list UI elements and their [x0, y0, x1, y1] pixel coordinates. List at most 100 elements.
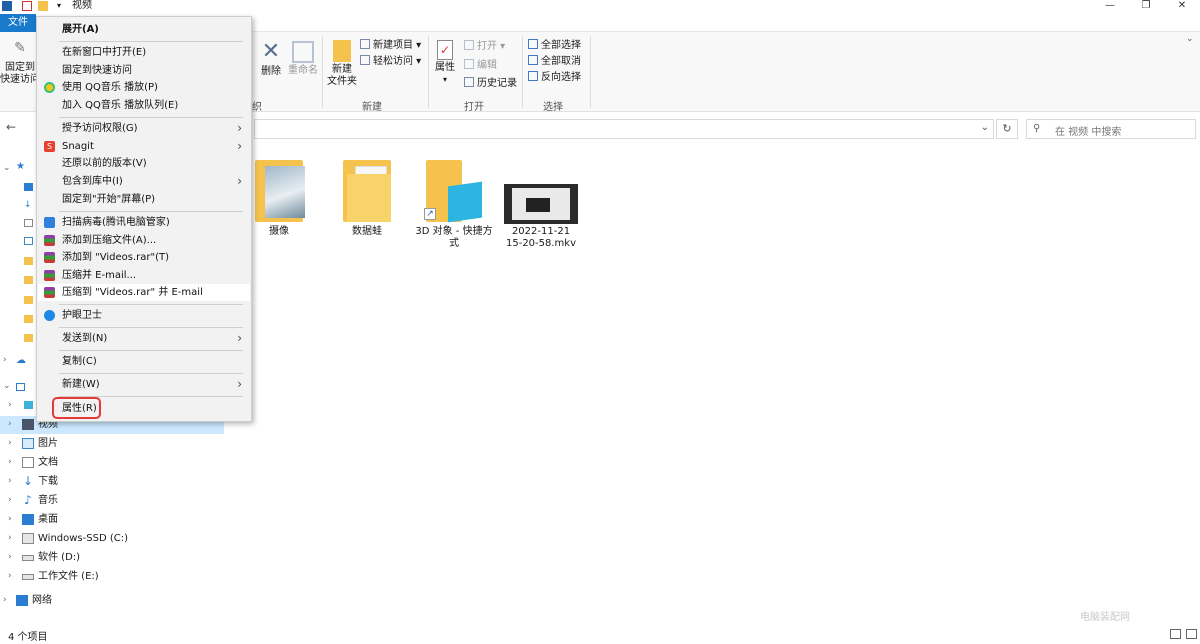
- sidebar-item-drive-c[interactable]: › Windows-SSD (C:): [0, 530, 224, 548]
- new-folder-button[interactable]: 新建 文件夹: [326, 40, 358, 88]
- back-arrow-icon[interactable]: ←: [6, 120, 16, 134]
- file-name-line1: 2022-11-21: [511, 226, 571, 237]
- chevron-right-icon[interactable]: ›: [8, 552, 12, 562]
- menu-separator: [59, 41, 243, 42]
- details-view-icon[interactable]: [1170, 629, 1181, 639]
- select-all-label: 全部选择: [541, 40, 581, 51]
- chevron-down-icon[interactable]: ▾: [54, 1, 64, 11]
- search-placeholder: 在 视频 中搜索: [1055, 127, 1122, 138]
- select-all-button[interactable]: 全部选择: [528, 39, 581, 52]
- sidebar-item-downloads[interactable]: › ↓ 下载: [0, 473, 224, 491]
- music-icon: ♪: [24, 493, 32, 507]
- chevron-down-icon[interactable]: ⌄: [3, 163, 11, 173]
- menu-item-restore-versions[interactable]: 还原以前的版本(V): [38, 155, 250, 172]
- sidebar-item-drive-e[interactable]: › 工作文件 (E:): [0, 568, 224, 586]
- menu-separator: [59, 327, 243, 328]
- chevron-right-icon[interactable]: ›: [8, 419, 12, 429]
- large-icons-view-icon[interactable]: [1186, 629, 1197, 639]
- edit-button[interactable]: 编辑: [464, 59, 497, 72]
- video-library-icon: [22, 419, 34, 430]
- file-item-video[interactable]: 2022-11-21 15-20-58.mkv: [500, 158, 582, 250]
- file-item-shortcut[interactable]: ↗ 3D 对象 - 快捷方 式: [413, 158, 495, 250]
- menu-item-add-videos-rar[interactable]: 添加到 "Videos.rar"(T): [38, 249, 250, 266]
- menu-item-qq-music-play[interactable]: 使用 QQ音乐 播放(P): [38, 79, 250, 96]
- minimize-button[interactable]: —: [1090, 0, 1130, 12]
- file-item-folder[interactable]: 数据蛙: [326, 158, 408, 238]
- pin-to-quick-access-button[interactable]: ✎ 固定到 快速访问: [0, 41, 40, 86]
- invert-selection-button[interactable]: 反向选择: [528, 71, 581, 84]
- chevron-right-icon[interactable]: ›: [8, 571, 12, 581]
- delete-button[interactable]: ✕ 删除: [258, 40, 284, 78]
- properties-icon: ✓: [437, 40, 453, 60]
- new-item-button[interactable]: 新建项目 ▾: [360, 39, 421, 52]
- menu-item-give-access[interactable]: 授予访问权限(G) ›: [38, 120, 250, 137]
- chevron-right-icon[interactable]: ›: [8, 514, 12, 524]
- chevron-right-icon[interactable]: ›: [8, 438, 12, 448]
- menu-item-add-archive[interactable]: 添加到压缩文件(A)...: [38, 232, 250, 249]
- menu-item-expand[interactable]: 展开(A): [38, 21, 250, 38]
- chevron-right-icon: ›: [237, 121, 242, 135]
- select-none-button[interactable]: 全部取消: [528, 55, 581, 68]
- menu-item-compress-email[interactable]: 压缩并 E-mail...: [38, 267, 250, 284]
- menu-item-label: 新建(W): [62, 379, 100, 390]
- pictures-icon: [22, 438, 34, 449]
- search-box[interactable]: ⚲ 在 视频 中搜索: [1026, 119, 1196, 139]
- menu-item-label: 压缩到 "Videos.rar" 并 E-mail: [62, 287, 203, 298]
- menu-item-scan-virus[interactable]: 扫描病毒(腾讯电脑管家): [38, 214, 250, 231]
- sidebar-item-drive-d[interactable]: › 软件 (D:): [0, 549, 224, 567]
- easy-access-button[interactable]: 轻松访问 ▾: [360, 55, 421, 68]
- download-icon: ↓: [22, 474, 34, 488]
- delete-icon: ✕: [261, 39, 281, 64]
- file-list: 摄像 数据蛙 ↗ 3D 对象 - 快捷方 式 2022-11-21 15-20-…: [224, 150, 1200, 620]
- history-button[interactable]: 历史记录: [464, 77, 517, 90]
- address-bar[interactable]: ⌄: [254, 119, 994, 139]
- folder-icon: [24, 276, 33, 284]
- open-button[interactable]: 打开 ▾: [464, 40, 505, 53]
- chevron-right-icon[interactable]: ›: [8, 476, 12, 486]
- menu-item-label: 固定到"开始"屏幕(P): [62, 194, 156, 205]
- menu-item-label: 扫描病毒(腾讯电脑管家): [62, 217, 170, 228]
- sidebar-item-network[interactable]: › 网络: [0, 592, 224, 610]
- maximize-button[interactable]: ❐: [1126, 0, 1166, 12]
- explorer-app-icon[interactable]: [2, 1, 12, 11]
- menu-item-include-in-library[interactable]: 包含到库中(I) ›: [38, 173, 250, 190]
- menu-item-label: 使用 QQ音乐 播放(P): [62, 82, 158, 93]
- chevron-down-icon[interactable]: ⌄: [981, 122, 989, 133]
- menu-item-send-to[interactable]: 发送到(N) ›: [38, 330, 250, 347]
- menu-separator: [59, 211, 243, 212]
- menu-item-pin-quick-access[interactable]: 固定到快速访问: [38, 62, 250, 79]
- file-name: 数据蛙: [352, 226, 382, 237]
- sidebar-item-desktop[interactable]: › 桌面: [0, 511, 224, 529]
- refresh-button[interactable]: ↻: [996, 119, 1018, 139]
- menu-item-pin-start[interactable]: 固定到"开始"屏幕(P): [38, 191, 250, 208]
- chevron-right-icon[interactable]: ›: [8, 495, 12, 505]
- chevron-right-icon[interactable]: ›: [3, 355, 7, 365]
- pictures-icon: [24, 237, 33, 245]
- chevron-right-icon[interactable]: ›: [8, 457, 12, 467]
- properties-ribbon-button[interactable]: ✓ 属性 ▾: [432, 40, 458, 86]
- chevron-down-icon[interactable]: ⌄: [3, 381, 11, 391]
- sidebar-item-documents[interactable]: › 文档: [0, 454, 224, 472]
- tab-file[interactable]: 文件: [0, 14, 36, 32]
- sidebar-item-music[interactable]: › ♪ 音乐: [0, 492, 224, 510]
- chevron-right-icon[interactable]: ›: [8, 533, 12, 543]
- close-button[interactable]: ✕: [1162, 0, 1200, 12]
- menu-item-open-new-window[interactable]: 在新窗口中打开(E): [38, 44, 250, 61]
- menu-item-compress-videos-rar-email[interactable]: 压缩到 "Videos.rar" 并 E-mail: [38, 284, 250, 301]
- folder-icon: [335, 158, 399, 222]
- drive-icon: [22, 574, 34, 580]
- documents-icon: [22, 457, 34, 468]
- folder-quick-icon[interactable]: [38, 1, 48, 11]
- menu-item-qq-music-queue[interactable]: 加入 QQ音乐 播放队列(E): [38, 97, 250, 114]
- chevron-right-icon[interactable]: ›: [8, 400, 12, 410]
- properties-quick-icon[interactable]: [22, 1, 32, 11]
- menu-item-new[interactable]: 新建(W) ›: [38, 376, 250, 393]
- chevron-down-icon[interactable]: ⌄: [1186, 34, 1194, 44]
- sidebar-item-pictures[interactable]: › 图片: [0, 435, 224, 453]
- desktop-icon: [24, 183, 33, 191]
- rename-button[interactable]: 重命名: [286, 40, 320, 77]
- menu-item-snagit[interactable]: S Snagit ›: [38, 138, 250, 155]
- menu-item-eye-guard[interactable]: 护眼卫士: [38, 307, 250, 324]
- menu-item-copy[interactable]: 复制(C): [38, 353, 250, 370]
- chevron-right-icon[interactable]: ›: [3, 595, 7, 605]
